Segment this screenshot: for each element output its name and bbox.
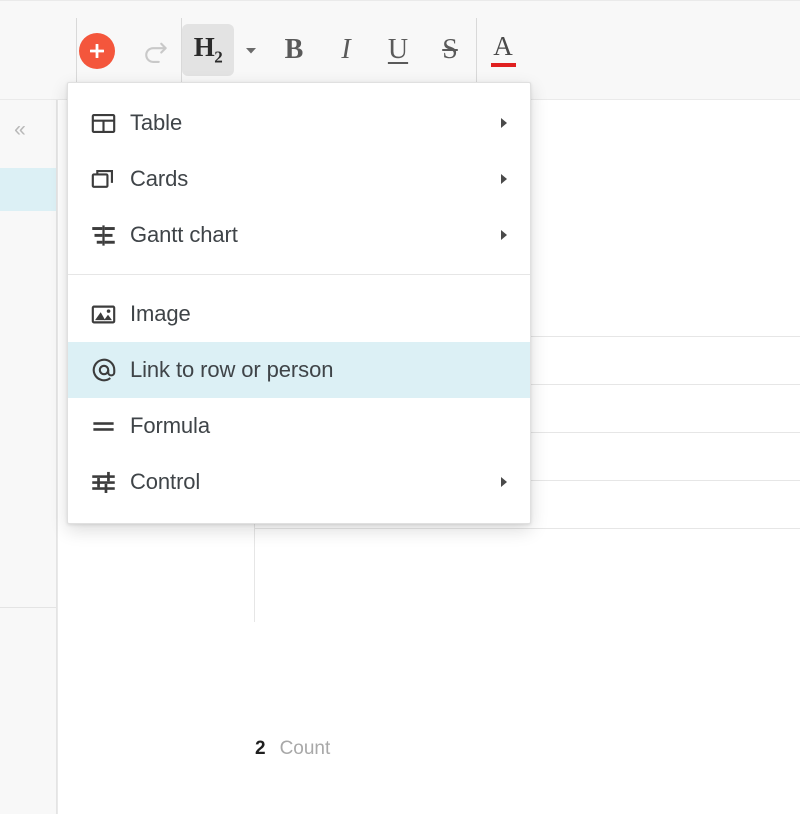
menu-item-control[interactable]: Control	[68, 454, 530, 510]
heading-style-button[interactable]: H2	[182, 24, 234, 76]
menu-item-label: Control	[130, 469, 494, 495]
chevron-down-icon	[243, 42, 259, 58]
redo-icon	[140, 35, 170, 65]
table-footer-count[interactable]: 2 Count	[255, 738, 330, 760]
formula-icon	[90, 413, 130, 440]
sidebar-divider	[0, 607, 56, 608]
redo-button[interactable]	[129, 24, 181, 76]
table-icon	[90, 110, 130, 137]
menu-item-label: Image	[130, 301, 494, 327]
italic-button[interactable]: I	[320, 24, 372, 76]
app-root: « on Intercom rst name eff eAndrea	[0, 0, 800, 814]
strikethrough-button[interactable]: S	[424, 24, 476, 76]
add-block-button[interactable]	[79, 33, 115, 69]
bold-button[interactable]: B	[268, 24, 320, 76]
count-value: 2	[255, 738, 266, 760]
heading-2-icon: H2	[194, 32, 223, 67]
sidebar: «	[0, 0, 57, 814]
submenu-arrow-icon	[494, 475, 510, 489]
heading-style-dropdown[interactable]	[234, 24, 268, 76]
submenu-arrow-icon	[494, 228, 510, 242]
insert-block-menu: Table Cards	[67, 82, 531, 524]
toolbar-color-group: A	[477, 24, 529, 76]
toolbar-format-group: H2 B I U S	[182, 24, 476, 76]
cards-icon	[90, 166, 130, 193]
sidebar-item-selected[interactable]	[0, 168, 56, 211]
menu-item-label: Formula	[130, 413, 494, 439]
menu-item-image[interactable]: Image	[68, 286, 530, 342]
submenu-arrow-icon	[494, 172, 510, 186]
text-color-button[interactable]: A	[477, 24, 529, 76]
gantt-chart-icon	[90, 222, 130, 249]
menu-item-table[interactable]: Table	[68, 95, 530, 151]
menu-item-cards[interactable]: Cards	[68, 151, 530, 207]
italic-icon: I	[341, 36, 350, 64]
menu-item-label: Gantt chart	[130, 222, 494, 248]
plus-icon	[87, 41, 107, 61]
bold-icon: B	[285, 36, 304, 64]
sidebar-collapse-button[interactable]: «	[2, 114, 38, 144]
text-color-swatch	[491, 63, 516, 67]
submenu-arrow-icon	[494, 116, 510, 130]
control-sliders-icon	[90, 469, 130, 496]
underline-icon: U	[388, 36, 408, 64]
chevron-double-left-icon: «	[14, 119, 26, 140]
underline-button[interactable]: U	[372, 24, 424, 76]
strikethrough-icon: S	[442, 36, 458, 64]
at-sign-icon	[90, 356, 130, 384]
menu-item-link-to-row-or-person[interactable]: Link to row or person	[68, 342, 530, 398]
count-label: Count	[280, 738, 331, 760]
menu-item-label: Link to row or person	[130, 357, 494, 383]
menu-item-formula[interactable]: Formula	[68, 398, 530, 454]
text-color-icon: A	[491, 33, 516, 67]
menu-item-label: Table	[130, 110, 494, 136]
menu-item-gantt-chart[interactable]: Gantt chart	[68, 207, 530, 263]
menu-item-label: Cards	[130, 166, 494, 192]
image-icon	[90, 301, 130, 328]
menu-divider	[68, 274, 530, 275]
